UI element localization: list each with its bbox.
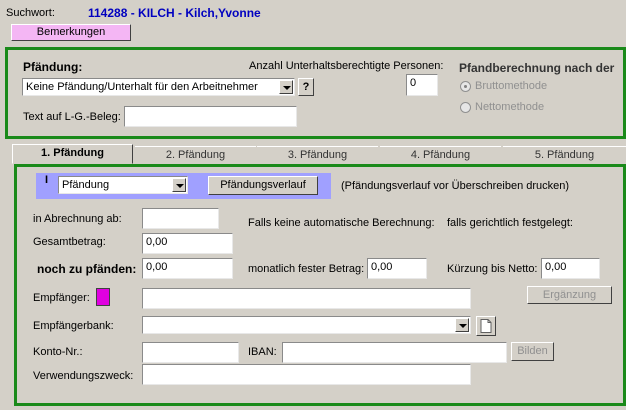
reduction-label: Kürzung bis Netto:: [447, 263, 538, 275]
iban-label: IBAN:: [248, 346, 277, 358]
account-field[interactable]: [142, 342, 239, 363]
brutto-label: Bruttomethode: [475, 80, 548, 92]
monthly-label: monatlich fester Betrag:: [248, 263, 365, 275]
tab-1[interactable]: 1. Pfändung: [12, 144, 133, 164]
reduction-field[interactable]: 0,00: [541, 258, 600, 279]
tab-2[interactable]: 2. Pfändung: [135, 146, 256, 164]
persons-count-field[interactable]: 0: [406, 74, 438, 96]
pfaendung-kind-value: Pfändung: [62, 179, 110, 191]
total-label: Gesamtbetrag:: [33, 236, 106, 248]
netto-label: Nettomethode: [475, 101, 545, 113]
chevron-down-icon[interactable]: [279, 80, 293, 94]
document-icon: [480, 319, 492, 333]
search-label: Suchwort:: [6, 7, 55, 19]
brutto-radio[interactable]: [460, 81, 471, 92]
build-button[interactable]: Bilden: [511, 342, 554, 361]
supplement-button[interactable]: Ergänzung: [527, 286, 612, 304]
pfaendung-marker: I: [45, 174, 49, 186]
tab-5[interactable]: 5. Pfändung: [503, 146, 626, 164]
text-field[interactable]: [124, 106, 297, 127]
chevron-down-icon[interactable]: [455, 318, 469, 332]
help-button[interactable]: ?: [298, 78, 314, 96]
billing-field[interactable]: [142, 208, 219, 229]
history-note: (Pfändungsverlauf vor Überschreiben druc…: [341, 180, 570, 192]
tab-3[interactable]: 3. Pfändung: [257, 146, 378, 164]
recipient-field[interactable]: [142, 288, 471, 309]
remaining-field[interactable]: 0,00: [142, 258, 233, 279]
monthly-field[interactable]: 0,00: [367, 258, 427, 279]
bank-select[interactable]: [142, 316, 471, 334]
pfaendung-title: Pfändung:: [23, 60, 83, 74]
text-label: Text auf L-G.-Beleg:: [23, 111, 121, 123]
search-value: 114288 - KILCH - Kilch,Yvonne: [88, 6, 261, 20]
account-label: Konto-Nr.:: [33, 346, 83, 358]
tab-4[interactable]: 4. Pfändung: [380, 146, 501, 164]
bank-label: Empfängerbank:: [33, 320, 114, 332]
remaining-label: noch zu pfänden:: [37, 262, 137, 276]
netto-radio[interactable]: [460, 102, 471, 113]
court-label: falls gerichtlich festgelegt:: [447, 217, 573, 229]
history-button[interactable]: Pfändungsverlauf: [208, 176, 318, 195]
purpose-field[interactable]: [142, 364, 471, 385]
persons-label: Anzahl Unterhaltsberechtigte Personen:: [249, 60, 444, 72]
total-field[interactable]: 0,00: [142, 233, 233, 254]
pfaendung-type-select[interactable]: Keine Pfändung/Unterhalt für den Arbeitn…: [22, 78, 295, 96]
bank-lookup-button[interactable]: [476, 316, 496, 336]
iban-field[interactable]: [282, 342, 507, 363]
calc-method-title: Pfandberechnung nach der: [459, 61, 615, 75]
recipient-label: Empfänger:: [33, 292, 90, 304]
chevron-down-icon[interactable]: [172, 178, 186, 192]
auto-calc-label: Falls keine automatische Berechnung:: [248, 217, 435, 229]
pfaendung-type-value: Keine Pfändung/Unterhalt für den Arbeitn…: [26, 81, 258, 93]
billing-label: in Abrechnung ab:: [33, 213, 122, 225]
pfaendung-kind-select[interactable]: Pfändung: [58, 176, 188, 194]
remarks-button[interactable]: Bemerkungen: [11, 24, 131, 41]
purpose-label: Verwendungszweck:: [33, 370, 134, 382]
recipient-color-swatch[interactable]: [96, 288, 110, 306]
